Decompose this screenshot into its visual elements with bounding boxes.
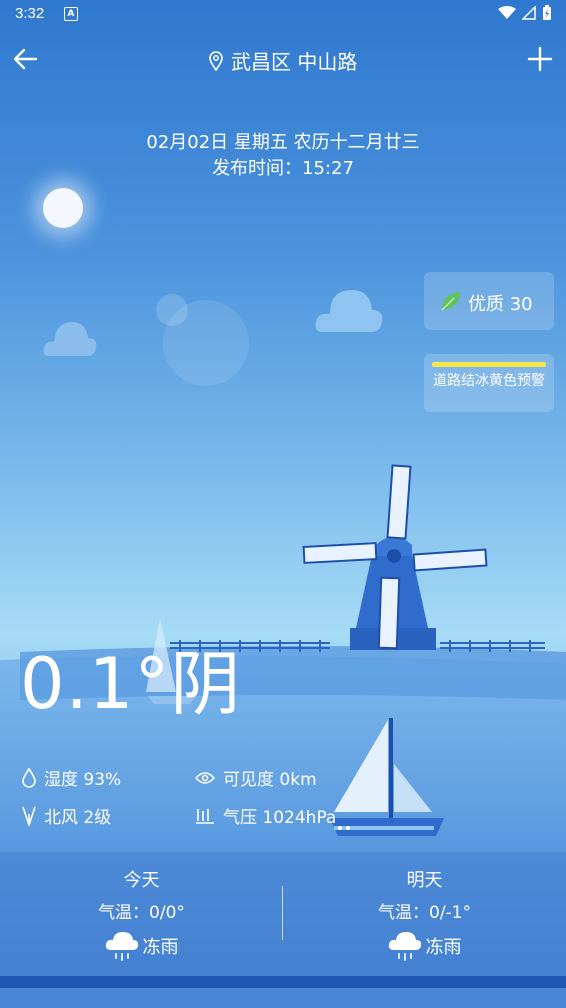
weather-warning-card[interactable]: 道路结冰黄色预警: [424, 354, 554, 412]
freezing-rain-icon: [105, 932, 138, 961]
humidity-label: 湿度 93%: [44, 770, 122, 790]
wifi-icon: [498, 6, 516, 19]
top-bar: 武昌区 中山路: [0, 40, 566, 80]
pressure-label: 气压 1024hPa: [223, 808, 337, 828]
forecast-day-title: 明天: [406, 870, 443, 891]
signal-icon: [522, 6, 536, 20]
temperature-value: 0.1°: [20, 643, 171, 725]
weather-condition: 阴: [170, 643, 242, 725]
status-time: 3:32: [15, 5, 45, 22]
freezing-rain-icon: [388, 932, 421, 961]
date-line: 02月02日 星期五 农历十二月廿三: [146, 132, 420, 153]
forecast-temp: 气温：0/0°: [98, 903, 185, 923]
notification-app-icon: A: [64, 7, 78, 21]
forecast-panel: 今天 气温：0/0° 冻雨 明天 气温：0/-1° 冻雨: [0, 852, 566, 976]
forecast-condition: 冻雨: [0, 930, 283, 962]
pressure-icon: [196, 808, 214, 824]
cloud-icon: [315, 290, 383, 332]
warning-label: 道路结冰黄色预警: [433, 373, 545, 389]
plus-icon[interactable]: [524, 43, 556, 75]
sun-icon: [43, 188, 83, 228]
bottom-strip: [0, 976, 566, 988]
forecast-condition-label: 冻雨: [425, 937, 462, 958]
humidity-drop-icon: [22, 767, 36, 788]
eye-icon: [195, 771, 215, 784]
status-icons: [498, 5, 552, 21]
status-bar: 3:32 A: [0, 0, 566, 30]
location-title[interactable]: 武昌区 中山路: [0, 46, 566, 75]
bottom-fill: [0, 988, 566, 1008]
leaf-icon: [441, 292, 460, 311]
wind-detail: 北风 2级: [22, 803, 111, 828]
location-label: 武昌区 中山路: [231, 50, 358, 74]
aqi-label: 优质 30: [468, 294, 533, 315]
forecast-condition: 冻雨: [283, 930, 566, 962]
forecast-day-title: 今天: [123, 870, 160, 891]
decor-bubble: [156, 294, 188, 326]
wind-icon: [22, 806, 36, 826]
forecast-temp: 气温：0/-1°: [378, 903, 471, 923]
aqi-card[interactable]: 优质 30: [424, 272, 554, 330]
cloud-icon: [43, 322, 97, 356]
wind-label: 北风 2级: [44, 808, 112, 828]
visibility-detail: 可见度 0km: [195, 765, 317, 790]
current-temperature: 0.1°阴: [20, 628, 241, 729]
visibility-label: 可见度 0km: [223, 770, 317, 790]
pressure-detail: 气压 1024hPa: [195, 803, 336, 828]
warning-level-bar: [432, 362, 546, 367]
location-pin-icon: [208, 51, 223, 71]
battery-icon: [543, 5, 551, 20]
publish-time: 发布时间：15:27: [212, 158, 354, 179]
humidity-detail: 湿度 93%: [22, 765, 121, 790]
forecast-condition-label: 冻雨: [142, 937, 179, 958]
